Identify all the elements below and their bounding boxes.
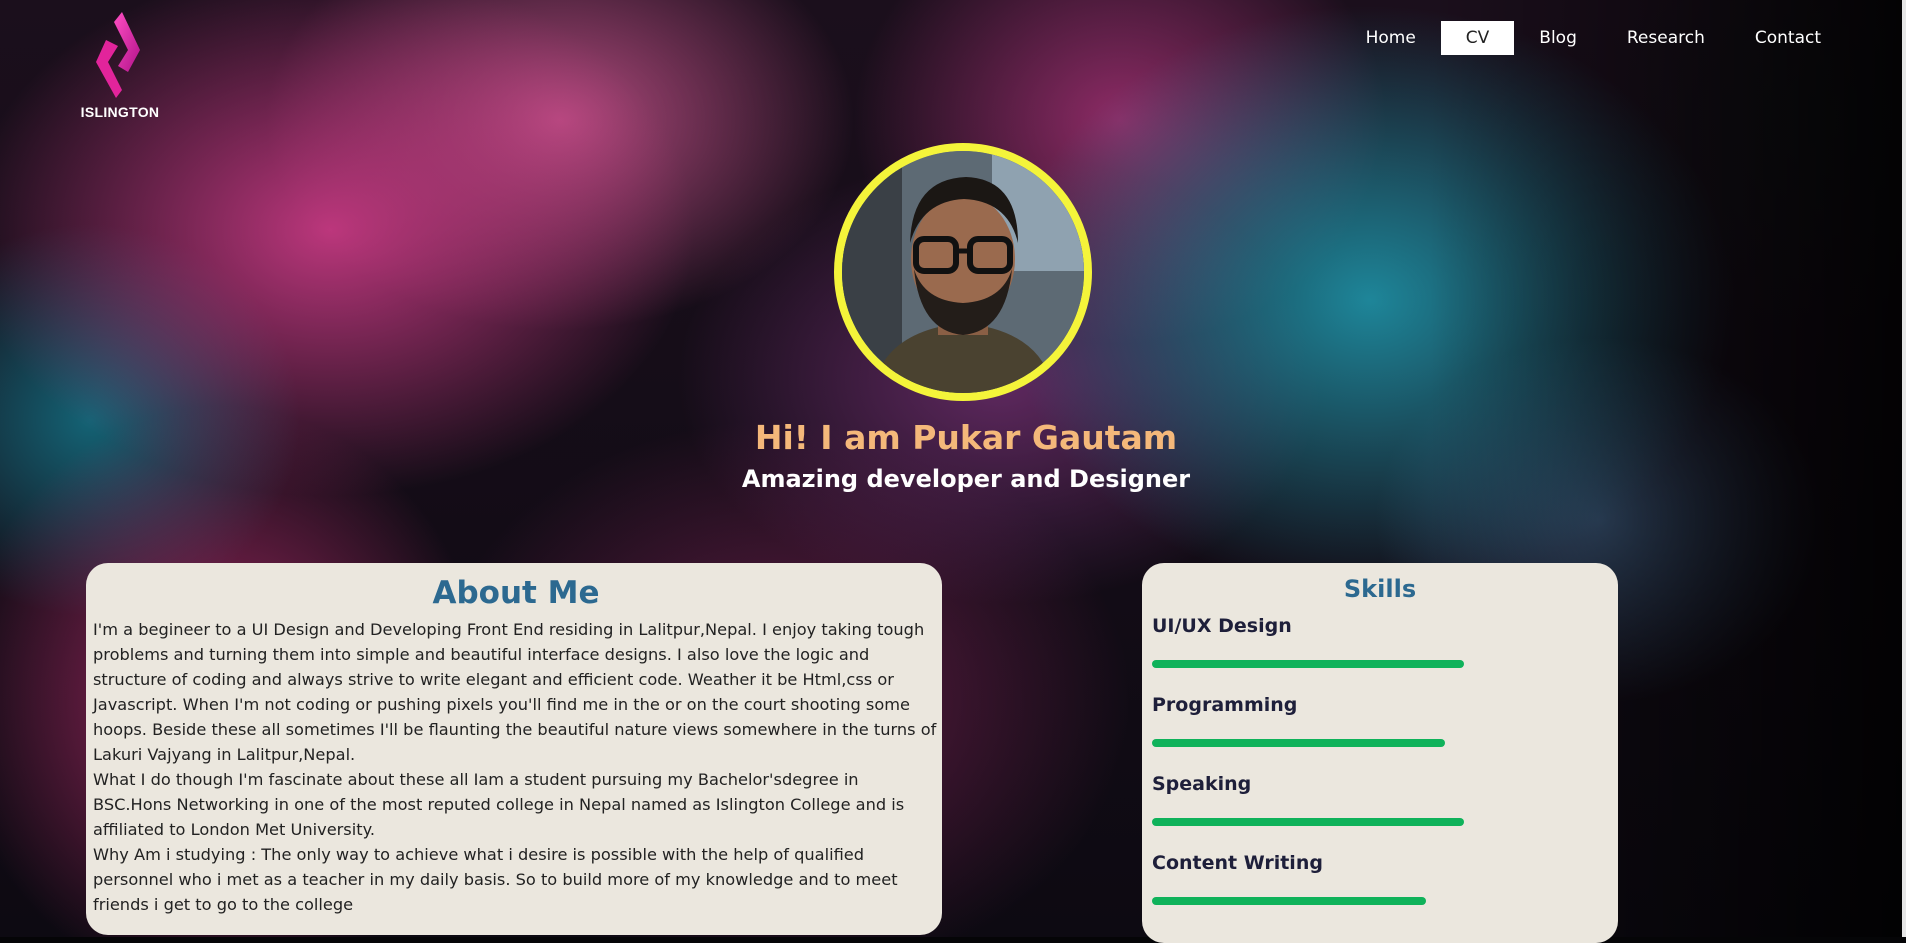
skill-item: Programming (1152, 694, 1608, 773)
hero-subtitle: Amazing developer and Designer (741, 465, 1191, 493)
main-nav: Home CV Blog Research Contact (1341, 21, 1846, 55)
islington-logo[interactable]: ISLINGTON (78, 10, 162, 120)
skill-bar (1152, 739, 1532, 747)
logo-mark-icon (96, 12, 140, 98)
about-card: About Me I'm a begineer to a UI Design a… (86, 563, 942, 935)
skill-item: Content Writing (1152, 852, 1608, 931)
skill-bar (1152, 660, 1532, 668)
about-paragraph: Why Am i studying : The only way to achi… (93, 845, 898, 914)
skills-card: Skills UI/UX Design Programming Speaking… (1142, 563, 1618, 943)
about-paragraph: What I do though I'm fascinate about the… (93, 770, 905, 839)
profile-photo (842, 151, 1084, 393)
skill-item: Speaking (1152, 773, 1608, 852)
skill-bar-fill (1152, 818, 1464, 826)
nav-research[interactable]: Research (1602, 21, 1730, 55)
skill-item: UI/UX Design (1152, 615, 1608, 694)
about-title: About Me (432, 575, 600, 611)
profile-avatar (834, 143, 1092, 401)
about-body: I'm a begineer to a UI Design and Develo… (93, 617, 939, 917)
skill-bar-fill (1152, 897, 1426, 905)
skill-bar-fill (1152, 660, 1464, 668)
skill-bar (1152, 818, 1532, 826)
nav-home[interactable]: Home (1341, 21, 1441, 55)
nav-blog[interactable]: Blog (1514, 21, 1602, 55)
skill-name: Speaking (1152, 773, 1252, 795)
about-paragraph: I'm a begineer to a UI Design and Develo… (93, 620, 937, 764)
hero-title: Hi! I am Pukar Gautam (754, 418, 1178, 457)
skill-name: Programming (1152, 694, 1298, 716)
skill-name: Content Writing (1152, 852, 1323, 874)
nav-cv[interactable]: CV (1440, 21, 1515, 55)
brand-name: ISLINGTON (80, 104, 160, 120)
skill-name: UI/UX Design (1152, 615, 1292, 637)
skill-bar-fill (1152, 739, 1445, 747)
skill-bar (1152, 897, 1532, 905)
skills-title: Skills (1343, 575, 1417, 603)
nav-contact[interactable]: Contact (1730, 21, 1846, 55)
